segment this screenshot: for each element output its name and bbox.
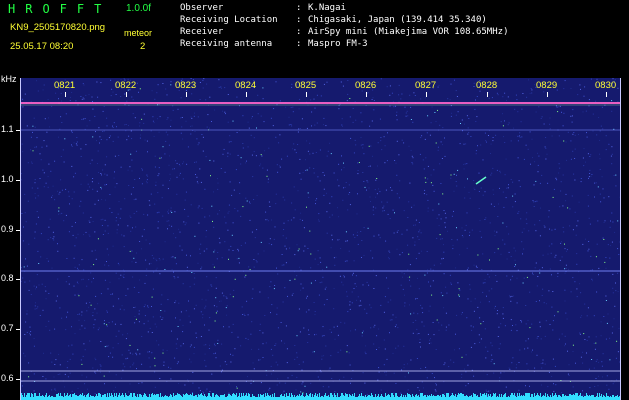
date-time: 25.05.17 08:20 xyxy=(10,41,74,52)
x-tick-label: 0826 xyxy=(355,80,377,91)
meteor-count: 2 xyxy=(140,41,146,52)
meteor-label: meteor xyxy=(124,28,153,38)
info-label: Receiving antenna xyxy=(180,39,273,49)
x-tick-mark xyxy=(306,92,307,97)
noise-speckle xyxy=(20,78,621,400)
info-value: Maspro FM-3 xyxy=(308,39,368,49)
info-value: Chigasaki, Japan (139.414 35.340) xyxy=(308,15,487,25)
info-label: Receiver xyxy=(180,27,224,37)
x-tick-label: 0821 xyxy=(54,80,76,91)
x-tick-label: 0828 xyxy=(476,80,498,91)
y-axis-unit: kHz xyxy=(1,74,17,84)
spectrogram-plot xyxy=(20,78,621,400)
x-tick-label: 0822 xyxy=(115,80,137,91)
x-tick-mark xyxy=(246,92,247,97)
y-tick-label: 1.0 xyxy=(1,174,14,184)
file-name: KN9_2505170820.png xyxy=(10,22,106,33)
x-tick-mark xyxy=(487,92,488,97)
bottom-noise-band xyxy=(20,393,621,400)
y-tick-label: 1.1 xyxy=(1,124,14,134)
x-tick-mark xyxy=(126,92,127,97)
y-tick-label: 0.8 xyxy=(1,273,14,283)
y-tick-label: 0.9 xyxy=(1,224,14,234)
x-tick-mark xyxy=(606,92,607,97)
info-label: Observer xyxy=(180,3,224,13)
x-tick-label: 0829 xyxy=(536,80,558,91)
hrofft-window: HROFFT 1.0.0f KN9_2505170820.png 25.05.1… xyxy=(0,0,629,400)
info-separator: : xyxy=(296,3,302,13)
app-title: HROFFT xyxy=(8,2,112,16)
x-tick-mark xyxy=(65,92,66,97)
info-value: K.Nagai xyxy=(308,3,346,13)
y-tick-label: 0.7 xyxy=(1,323,14,333)
info-separator: : xyxy=(296,15,302,25)
x-tick-mark xyxy=(547,92,548,97)
y-tick-label: 0.6 xyxy=(1,373,14,383)
info-separator: : xyxy=(296,27,302,37)
x-tick-label: 0824 xyxy=(235,80,257,91)
x-tick-mark xyxy=(426,92,427,97)
x-tick-label: 0830 xyxy=(595,80,617,91)
x-tick-label: 0823 xyxy=(175,80,197,91)
info-value: AirSpy mini (Miakejima VOR 108.65MHz) xyxy=(308,27,509,37)
header-panel: HROFFT 1.0.0f KN9_2505170820.png 25.05.1… xyxy=(0,0,629,76)
x-tick-label: 0827 xyxy=(415,80,437,91)
x-tick-label: 0825 xyxy=(295,80,317,91)
spectrogram-canvas xyxy=(20,78,621,400)
app-version: 1.0.0f xyxy=(126,3,152,14)
info-label: Receiving Location xyxy=(180,15,278,25)
x-tick-mark xyxy=(366,92,367,97)
info-separator: : xyxy=(296,39,302,49)
x-tick-mark xyxy=(186,92,187,97)
meteor-echo-trace xyxy=(475,176,487,185)
